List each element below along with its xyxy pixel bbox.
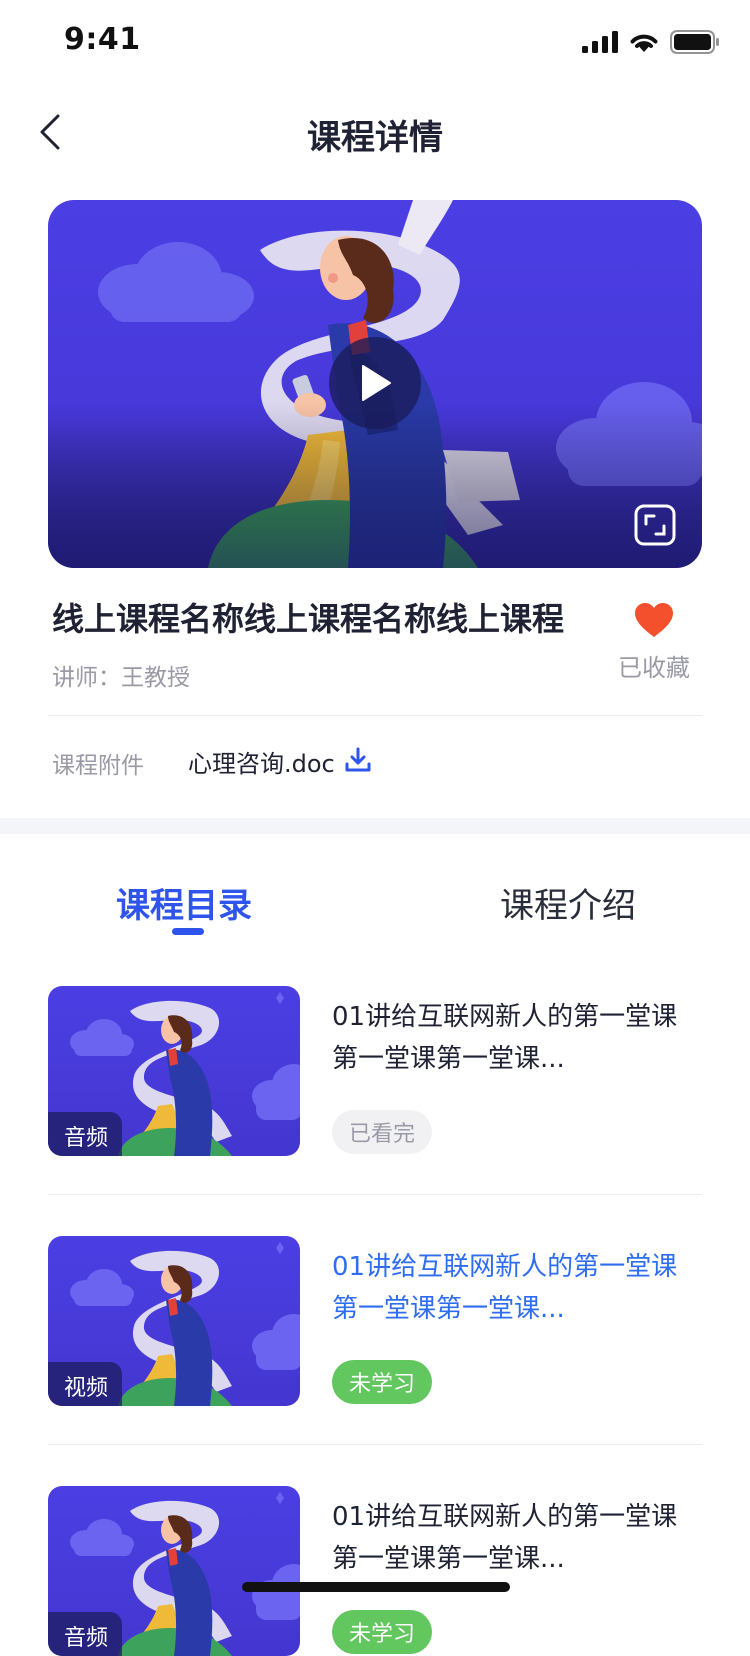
- lesson-title: 01讲给互联网新人的第一堂课 第一堂课第一堂课...: [332, 1496, 702, 1580]
- lesson-status-badge: 未学习: [332, 1610, 433, 1654]
- section-separator: [0, 818, 750, 834]
- nav-bar: 课程详情: [0, 88, 750, 176]
- divider: [48, 1444, 702, 1445]
- battery-icon: [670, 30, 719, 54]
- lesson-thumbnail: 音频: [48, 1486, 300, 1656]
- lesson-thumbnail: 音频: [48, 986, 300, 1156]
- favorite-button[interactable]: 已收藏: [612, 602, 696, 683]
- status-time: 9:41: [64, 22, 141, 57]
- page-title: 课程详情: [307, 118, 443, 158]
- active-tab-indicator: [172, 928, 204, 935]
- lesson-status-badge: 未学习: [332, 1360, 433, 1404]
- lesson-title-line: 第一堂课第一堂课...: [332, 1044, 565, 1074]
- divider: [48, 715, 702, 716]
- lesson-title-line: 第一堂课第一堂课...: [332, 1294, 565, 1324]
- lesson-title-line: 01讲给互联网新人的第一堂课: [332, 1252, 678, 1282]
- lesson-type-badge: 音频: [48, 1612, 123, 1656]
- heart-icon: [635, 603, 673, 637]
- tab-introduction[interactable]: 课程介绍: [500, 878, 636, 927]
- lesson-title: 01讲给互联网新人的第一堂课 第一堂课第一堂课...: [332, 996, 702, 1080]
- download-icon[interactable]: [344, 746, 372, 774]
- play-icon: [362, 365, 391, 401]
- play-button[interactable]: [329, 337, 421, 429]
- lesson-status-badge: 已看完: [332, 1110, 433, 1154]
- lesson-type-badge: 音频: [48, 1112, 123, 1156]
- attachment-label: 课程附件: [52, 753, 144, 779]
- course-teacher: 讲师：王教授: [52, 665, 190, 691]
- lesson-title-line: 第一堂课第一堂课...: [332, 1544, 565, 1574]
- attachment-file-link[interactable]: 心理咨询.doc: [188, 744, 335, 779]
- lesson-item[interactable]: 音频 01讲给互联网新人的第一堂课 第一堂课第一堂课... 已看完: [48, 986, 702, 1156]
- cellular-signal-icon: [582, 31, 618, 53]
- video-player[interactable]: [48, 200, 702, 568]
- wifi-icon: [630, 34, 658, 52]
- home-indicator: [242, 1582, 510, 1592]
- lesson-thumbnail: 视频: [48, 1236, 300, 1406]
- status-bar: 9:41: [0, 0, 750, 88]
- status-icons: [582, 30, 720, 54]
- fullscreen-icon[interactable]: [634, 504, 676, 546]
- lesson-title: 01讲给互联网新人的第一堂课 第一堂课第一堂课...: [332, 1246, 702, 1330]
- lesson-type-badge: 视频: [48, 1362, 123, 1406]
- divider: [48, 1194, 702, 1195]
- favorite-label: 已收藏: [618, 654, 690, 682]
- course-title: 线上课程名称线上课程名称线上课程: [52, 600, 565, 638]
- tab-catalog[interactable]: 课程目录: [116, 878, 252, 927]
- lesson-item[interactable]: 音频 01讲给互联网新人的第一堂课 第一堂课第一堂课... 未学习: [48, 1486, 702, 1656]
- lesson-title-line: 01讲给互联网新人的第一堂课: [332, 1002, 678, 1032]
- lesson-title-line: 01讲给互联网新人的第一堂课: [332, 1502, 678, 1532]
- lesson-item[interactable]: 视频 01讲给互联网新人的第一堂课 第一堂课第一堂课... 未学习: [48, 1236, 702, 1406]
